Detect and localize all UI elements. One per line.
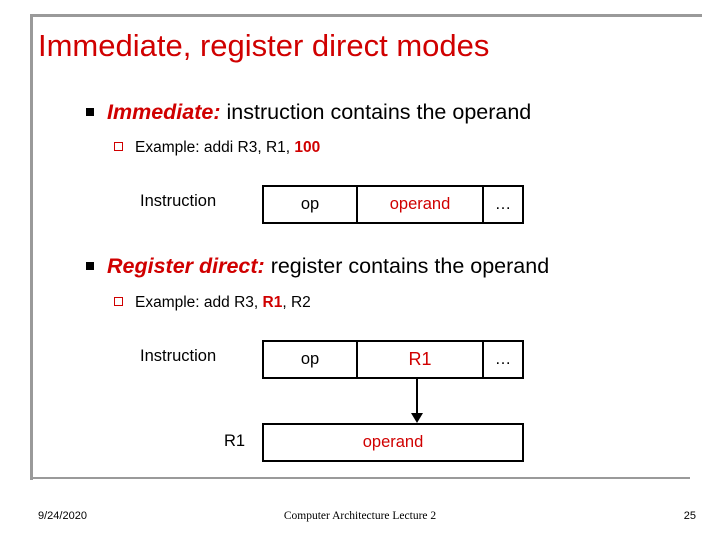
footer-slide-number: 25 <box>683 510 696 522</box>
square-bullet-icon <box>86 107 94 116</box>
slide: Immediate, register direct modes Immedia… <box>0 0 720 540</box>
diagram2-register-label: R1 <box>224 432 246 450</box>
diagram2-instruction-label: Instruction <box>140 347 217 365</box>
diagram1-cell-operand: operand <box>356 187 482 222</box>
subbullet-register-prefix: Example: add R3, <box>135 294 263 311</box>
diagram2-cell-r1: R1 <box>356 342 482 377</box>
bullet-register-direct-rest: register contains the operand <box>264 254 550 278</box>
square-bullet-icon <box>86 261 94 270</box>
diagram2-register-value: operand <box>362 433 424 451</box>
frame-left-line <box>30 14 33 480</box>
bullet-immediate: Immediate: instruction contains the oper… <box>86 100 531 125</box>
subbullet-immediate-prefix: Example: addi R3, R1, <box>135 139 295 156</box>
subbullet-register-example: Example: add R3, R1, R2 <box>114 294 311 312</box>
diagram1-boxes: op operand … <box>262 185 524 224</box>
subbullet-register-suffix: , R2 <box>282 294 311 311</box>
diagram2-cell-op: op <box>300 350 320 368</box>
frame-top-line <box>30 14 702 17</box>
arrow-head-icon <box>411 413 423 423</box>
diagram1-cell-ellipsis: … <box>482 187 522 222</box>
bullet-register-direct: Register direct: register contains the o… <box>86 254 549 279</box>
bullet-register-direct-emphasis: Register direct: <box>107 254 265 278</box>
subbullet-immediate-highlight: 100 <box>294 139 321 156</box>
bullet-immediate-rest: instruction contains the operand <box>220 100 532 124</box>
diagram1-instruction-label: Instruction <box>140 192 217 210</box>
diagram2-cell-ellipsis: … <box>482 342 522 377</box>
arrow-shaft <box>416 379 418 415</box>
subbullet-immediate-example: Example: addi R3, R1, 100 <box>114 139 320 157</box>
footer-title: Computer Architecture Lecture 2 <box>283 510 437 522</box>
diagram2-register-box: operand <box>262 423 524 462</box>
page-title: Immediate, register direct modes <box>38 28 490 63</box>
hollow-square-bullet-icon <box>114 297 123 307</box>
hollow-square-bullet-icon <box>114 142 123 152</box>
subbullet-register-highlight: R1 <box>262 294 283 311</box>
bullet-immediate-emphasis: Immediate: <box>107 100 221 124</box>
diagram2-boxes: op R1 … <box>262 340 524 379</box>
diagram1-cell-op: op <box>300 195 320 213</box>
frame-bottom-line <box>30 477 690 479</box>
